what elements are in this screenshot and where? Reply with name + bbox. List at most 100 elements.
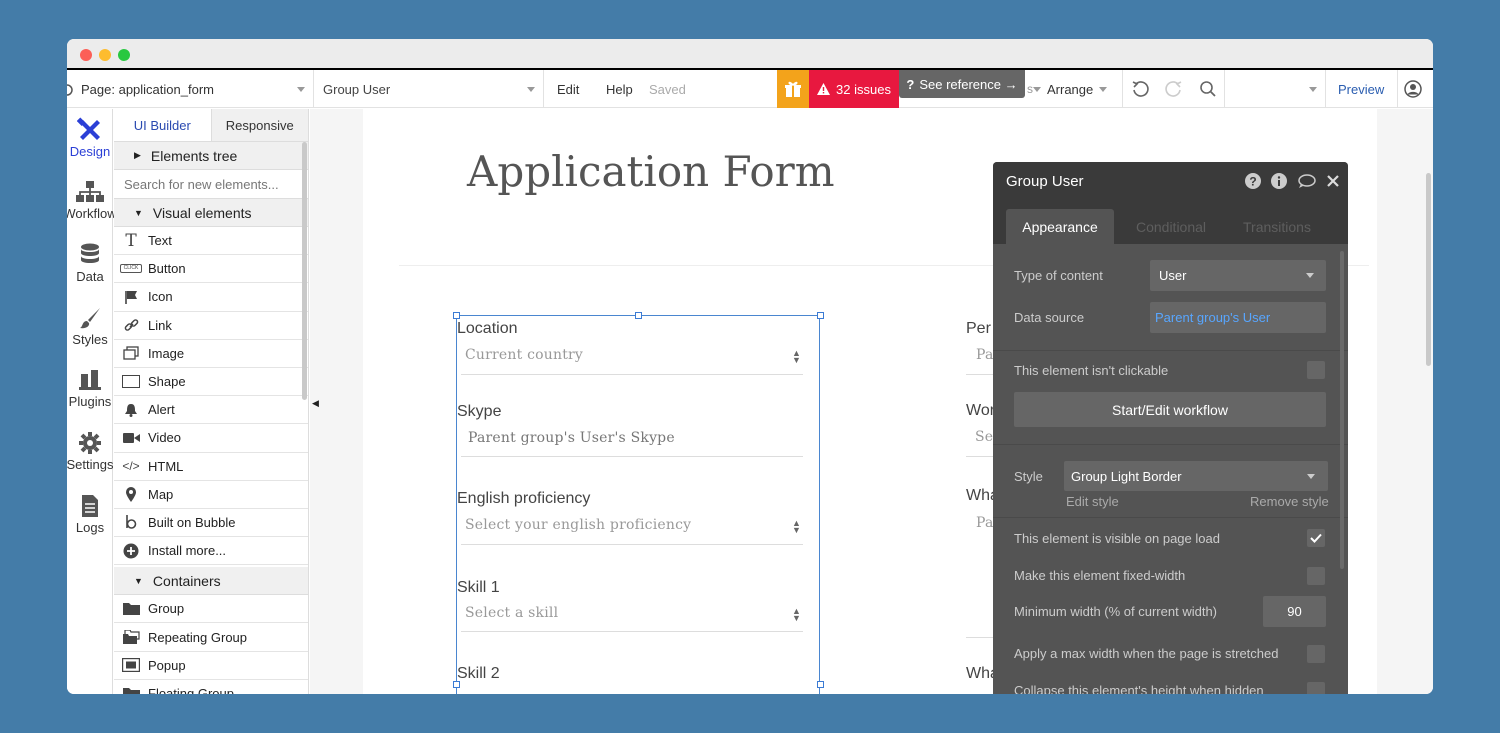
close-window-button[interactable]: [80, 49, 92, 61]
chevron-down-icon: [1033, 86, 1041, 92]
element-selector[interactable]: Group User: [323, 70, 535, 108]
element-icon[interactable]: Icon: [114, 283, 308, 312]
element-video[interactable]: Video: [114, 424, 308, 453]
issues-button[interactable]: 32 issues: [809, 70, 899, 108]
collapse-panel-arrow-icon[interactable]: ◀: [312, 398, 319, 409]
element-install-more-label: Install more...: [148, 543, 227, 559]
visual-elements-list: T Text CLICK Button Icon Link Image Shape …: [114, 227, 308, 566]
search-elements-input[interactable]: Search for new elements...: [114, 170, 308, 199]
edit-style-link[interactable]: Edit style: [1066, 494, 1119, 509]
min-width-input[interactable]: 90: [1263, 596, 1326, 627]
english-proficiency-dropdown[interactable]: Select your english proficiency: [465, 517, 691, 533]
element-html[interactable]: </> HTML: [114, 453, 308, 481]
max-width-checkbox[interactable]: [1307, 645, 1325, 663]
element-alert[interactable]: Alert: [114, 396, 308, 425]
gift-icon: [785, 81, 801, 97]
visible-on-load-checkbox[interactable]: [1307, 529, 1325, 547]
type-of-content-value: User: [1159, 268, 1187, 283]
element-selector-label: Group User: [323, 81, 391, 97]
undo-button[interactable]: [1129, 70, 1151, 108]
gift-button[interactable]: [777, 70, 809, 108]
tab-ui-builder[interactable]: UI Builder: [114, 109, 211, 141]
style-value: Group Light Border: [1071, 468, 1182, 484]
element-link[interactable]: Link: [114, 312, 308, 340]
style-dropdown[interactable]: Group Light Border: [1064, 461, 1328, 491]
see-reference-button[interactable]: ? See reference →: [899, 70, 1025, 98]
nav-logs[interactable]: Logs: [67, 492, 113, 554]
account-button[interactable]: [1403, 70, 1423, 108]
element-popup[interactable]: Popup: [114, 652, 308, 680]
zoom-dropdown[interactable]: [1309, 70, 1317, 108]
data-icon: [67, 241, 113, 269]
type-of-content-label: Type of content: [1014, 268, 1103, 283]
resize-handle[interactable]: [635, 312, 642, 319]
canvas-scrollbar[interactable]: [1426, 173, 1431, 366]
right-input-1[interactable]: Pa: [976, 347, 994, 363]
element-group[interactable]: Group: [114, 595, 308, 624]
triangle-right-icon: ▶: [134, 150, 141, 160]
start-edit-workflow-button[interactable]: Start/Edit workflow: [1014, 392, 1326, 427]
bubble-logo-icon[interactable]: [67, 70, 77, 108]
property-editor-header[interactable]: Group User ?: [993, 162, 1348, 201]
skill-1-dropdown[interactable]: Select a skill: [465, 605, 558, 621]
nav-plugins[interactable]: Plugins: [67, 366, 113, 428]
element-install-more[interactable]: Install more...: [114, 537, 308, 566]
chevron-down-icon: [527, 86, 535, 92]
redo-button[interactable]: [1163, 70, 1185, 108]
fixed-width-checkbox[interactable]: [1307, 567, 1325, 585]
property-editor-scrollbar[interactable]: [1340, 251, 1344, 569]
comment-icon[interactable]: [1298, 174, 1316, 193]
page-selector[interactable]: Page: application_form: [81, 70, 307, 108]
skype-input[interactable]: Parent group's User's Skype: [468, 430, 675, 446]
visual-elements-label: Visual elements: [152, 204, 252, 221]
data-source-field[interactable]: Parent group's User: [1150, 302, 1326, 333]
spinner-arrows-icon: ▲ ▼: [792, 348, 801, 365]
panel-scrollbar[interactable]: [302, 142, 307, 400]
nav-settings[interactable]: Settings: [67, 429, 113, 491]
nav-workflow[interactable]: Workflow: [67, 178, 117, 240]
resize-handle[interactable]: [817, 312, 824, 319]
warning-icon: [817, 83, 831, 95]
nav-styles[interactable]: Styles: [67, 304, 113, 366]
plugins-icon: [67, 366, 113, 394]
element-text[interactable]: T Text: [114, 227, 308, 256]
element-map[interactable]: Map: [114, 481, 308, 509]
tab-conditional[interactable]: Conditional: [1121, 209, 1221, 244]
help-icon[interactable]: ?: [1245, 173, 1261, 193]
minimize-window-button[interactable]: [99, 49, 111, 61]
element-shape[interactable]: Shape: [114, 368, 308, 397]
location-dropdown[interactable]: Current country: [465, 347, 583, 363]
plus-circle-icon: [114, 543, 148, 559]
not-clickable-checkbox[interactable]: [1307, 361, 1325, 379]
maximize-window-button[interactable]: [118, 49, 130, 61]
preview-button[interactable]: Preview: [1338, 70, 1384, 108]
tab-transitions[interactable]: Transitions: [1229, 209, 1325, 244]
edit-menu[interactable]: Edit: [557, 70, 579, 108]
resize-handle[interactable]: [453, 312, 460, 319]
type-of-content-dropdown[interactable]: User: [1150, 260, 1326, 291]
page-title[interactable]: Application Form: [467, 147, 835, 196]
element-floating-group[interactable]: Floating Group: [114, 680, 308, 694]
resize-handle[interactable]: [817, 681, 824, 688]
arrange-menu[interactable]: Arrange: [1033, 70, 1108, 108]
element-image[interactable]: Image: [114, 340, 308, 368]
element-button[interactable]: CLICK Button: [114, 255, 308, 284]
nav-design[interactable]: Design: [67, 116, 113, 178]
containers-header[interactable]: ▼ Containers: [114, 567, 308, 596]
remove-style-link[interactable]: Remove style: [1250, 494, 1329, 509]
elements-tree-header[interactable]: ▶ Elements tree: [114, 142, 308, 170]
visual-elements-header[interactable]: ▼ Visual elements: [114, 199, 308, 227]
close-icon[interactable]: [1327, 174, 1339, 191]
tab-appearance[interactable]: Appearance: [1006, 209, 1114, 244]
nav-data[interactable]: Data: [67, 241, 113, 303]
element-repeating-group[interactable]: Repeating Group: [114, 623, 308, 652]
right-input-2[interactable]: Se: [975, 429, 993, 445]
element-built-on-bubble[interactable]: Built on Bubble: [114, 509, 308, 538]
collapse-height-checkbox[interactable]: [1307, 682, 1325, 694]
search-button[interactable]: [1197, 70, 1219, 108]
help-menu[interactable]: Help: [606, 70, 633, 108]
right-input-3[interactable]: Pa: [976, 515, 994, 531]
info-icon[interactable]: [1271, 173, 1287, 193]
search-icon: [1200, 81, 1216, 97]
tab-responsive[interactable]: Responsive: [210, 109, 308, 141]
